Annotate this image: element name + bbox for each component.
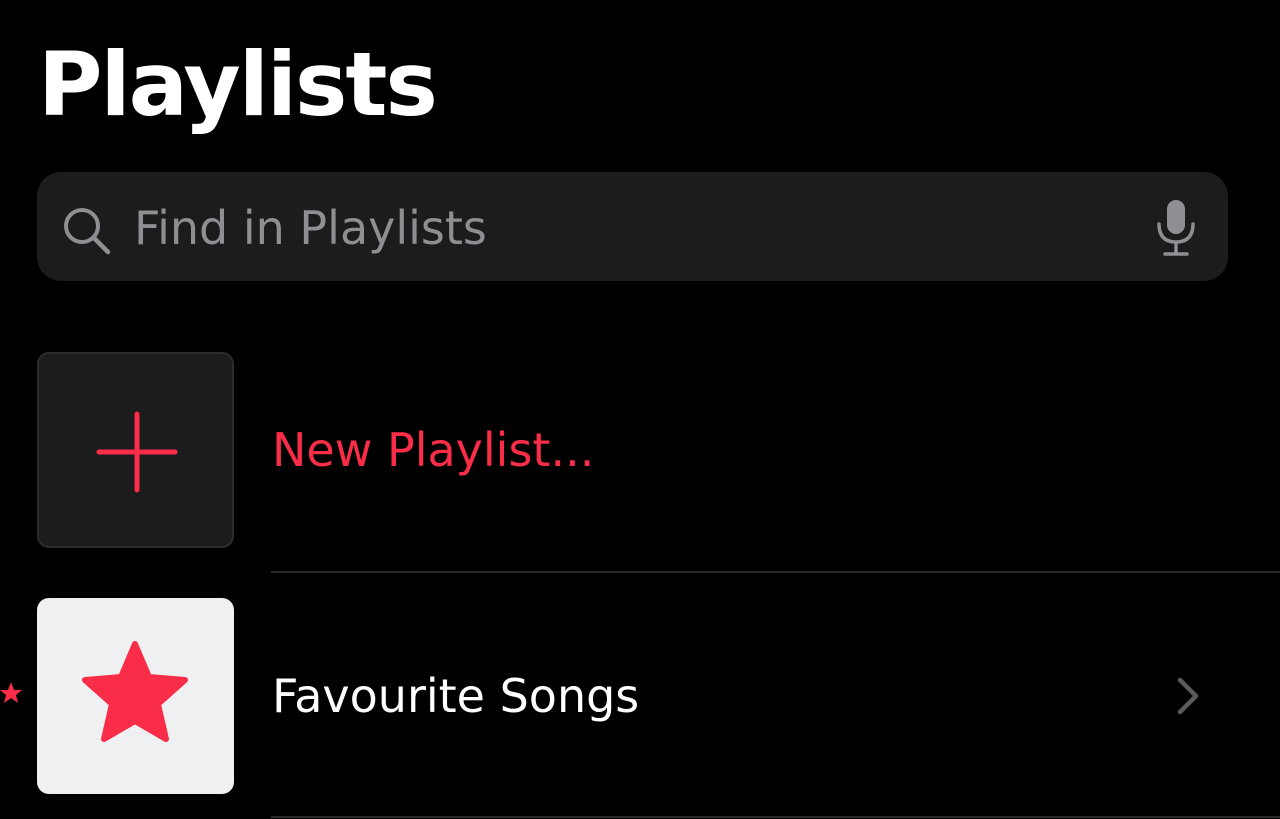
new-playlist-label: New Playlist... xyxy=(272,423,595,477)
favourite-star-indicator-icon xyxy=(0,680,24,706)
chevron-right-icon xyxy=(1170,674,1206,718)
playlists-screen: Playlists New Playlist... xyxy=(0,0,1280,819)
microphone-icon[interactable] xyxy=(1148,196,1204,260)
new-playlist-artwork xyxy=(37,352,234,548)
favourite-songs-label: Favourite Songs xyxy=(272,669,640,723)
favourite-songs-row[interactable]: Favourite Songs xyxy=(0,596,1280,796)
plus-icon xyxy=(96,411,178,493)
row-divider xyxy=(271,571,1280,573)
star-icon xyxy=(82,641,188,742)
favourite-songs-artwork xyxy=(37,598,234,794)
page-title: Playlists xyxy=(38,33,438,136)
row-divider xyxy=(271,816,1280,818)
search-icon xyxy=(58,202,114,258)
new-playlist-row[interactable]: New Playlist... xyxy=(0,350,1280,550)
search-input[interactable] xyxy=(134,192,1114,264)
